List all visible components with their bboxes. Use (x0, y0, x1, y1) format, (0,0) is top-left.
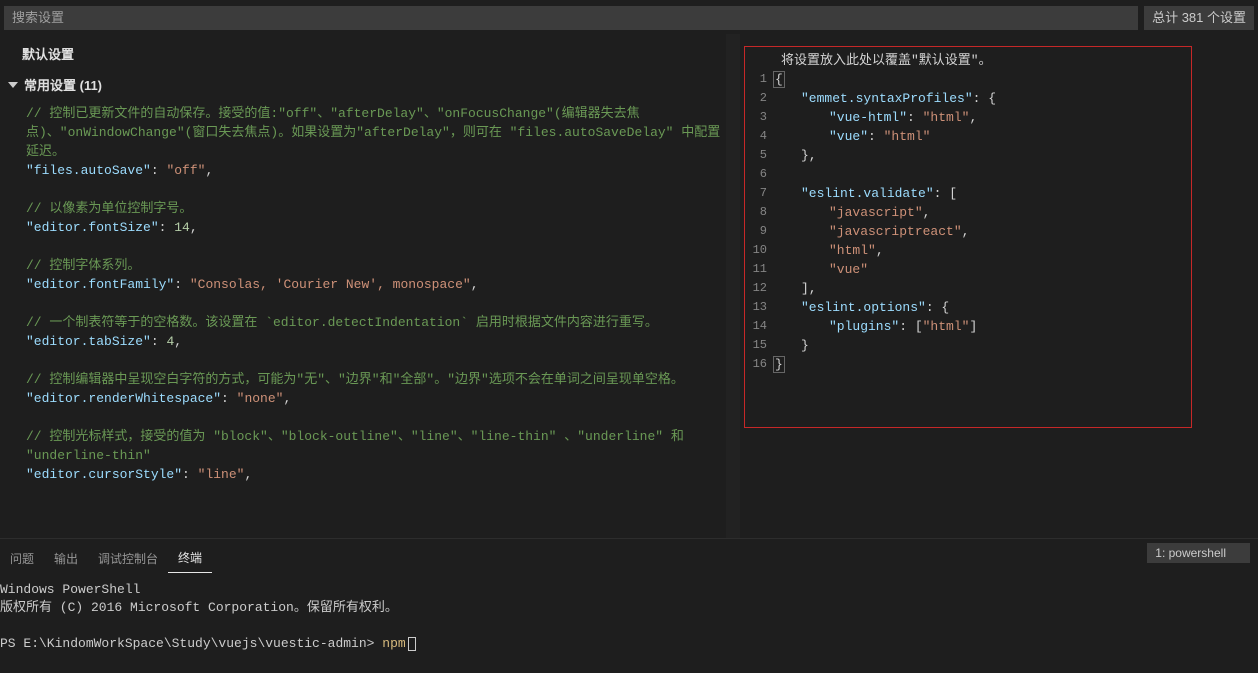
terminal-cursor-icon (408, 637, 416, 651)
comment: // 控制编辑器中呈现空白字符的方式，可能为"无"、"边界"和"全部"。"边界"… (26, 370, 722, 389)
terminal-selector[interactable]: 1: powershell (1147, 543, 1250, 563)
vertical-scrollbar[interactable] (726, 34, 740, 538)
terminal-line: 版权所有 (C) 2016 Microsoft Corporation。保留所有… (0, 599, 1254, 617)
override-hint: 将设置放入此处以覆盖"默认设置"。 (773, 51, 1185, 70)
terminal-body[interactable]: Windows PowerShell 版权所有 (C) 2016 Microso… (0, 573, 1258, 657)
tab-debug-console[interactable]: 调试控制台 (88, 544, 168, 573)
line-number-gutter: 1 2 3 4 5 6 7 8 9 10 11 12 13 14 15 16 (745, 51, 773, 421)
setting-files-autosave: "files.autoSave": "off", (26, 161, 722, 180)
comment: // 控制已更新文件的自动保存。接受的值:"off"、"afterDelay"、… (26, 104, 722, 161)
setting-editor-cursorstyle: "editor.cursorStyle": "line", (26, 465, 722, 484)
setting-editor-tabsize: "editor.tabSize": 4, (26, 332, 722, 351)
tab-output[interactable]: 输出 (44, 544, 88, 573)
user-settings-editor[interactable]: 1 2 3 4 5 6 7 8 9 10 11 12 13 14 15 16 将… (744, 46, 1192, 428)
search-settings-input[interactable]: 搜索设置 (4, 6, 1138, 30)
terminal-prompt-line: PS E:\KindomWorkSpace\Study\vuejs\vuesti… (0, 635, 1254, 653)
setting-editor-renderwhitespace: "editor.renderWhitespace": "none", (26, 389, 722, 408)
tab-terminal[interactable]: 终端 (168, 543, 212, 573)
setting-editor-fontsize: "editor.fontSize": 14, (26, 218, 722, 237)
group-title: 常用设置 (11) (24, 75, 102, 94)
comment: // 控制光标样式，接受的值为 "block"、"block-outline"、… (26, 427, 722, 465)
comment: // 以像素为单位控制字号。 (26, 199, 722, 218)
comment: // 控制字体系列。 (26, 256, 722, 275)
terminal-line: Windows PowerShell (0, 581, 1254, 599)
comment: // 一个制表符等于的空格数。该设置在 `editor.detectIndent… (26, 313, 722, 332)
settings-count-badge: 总计 381 个设置 (1144, 6, 1254, 30)
default-settings-editor[interactable]: // 控制已更新文件的自动保存。接受的值:"off"、"afterDelay"、… (0, 104, 740, 484)
common-settings-group[interactable]: 常用设置 (11) (0, 69, 740, 104)
setting-editor-fontfamily: "editor.fontFamily": "Consolas, 'Courier… (26, 275, 722, 294)
chevron-down-icon (8, 82, 18, 88)
default-settings-title: 默认设置 (0, 34, 740, 69)
tab-problems[interactable]: 问题 (0, 544, 44, 573)
